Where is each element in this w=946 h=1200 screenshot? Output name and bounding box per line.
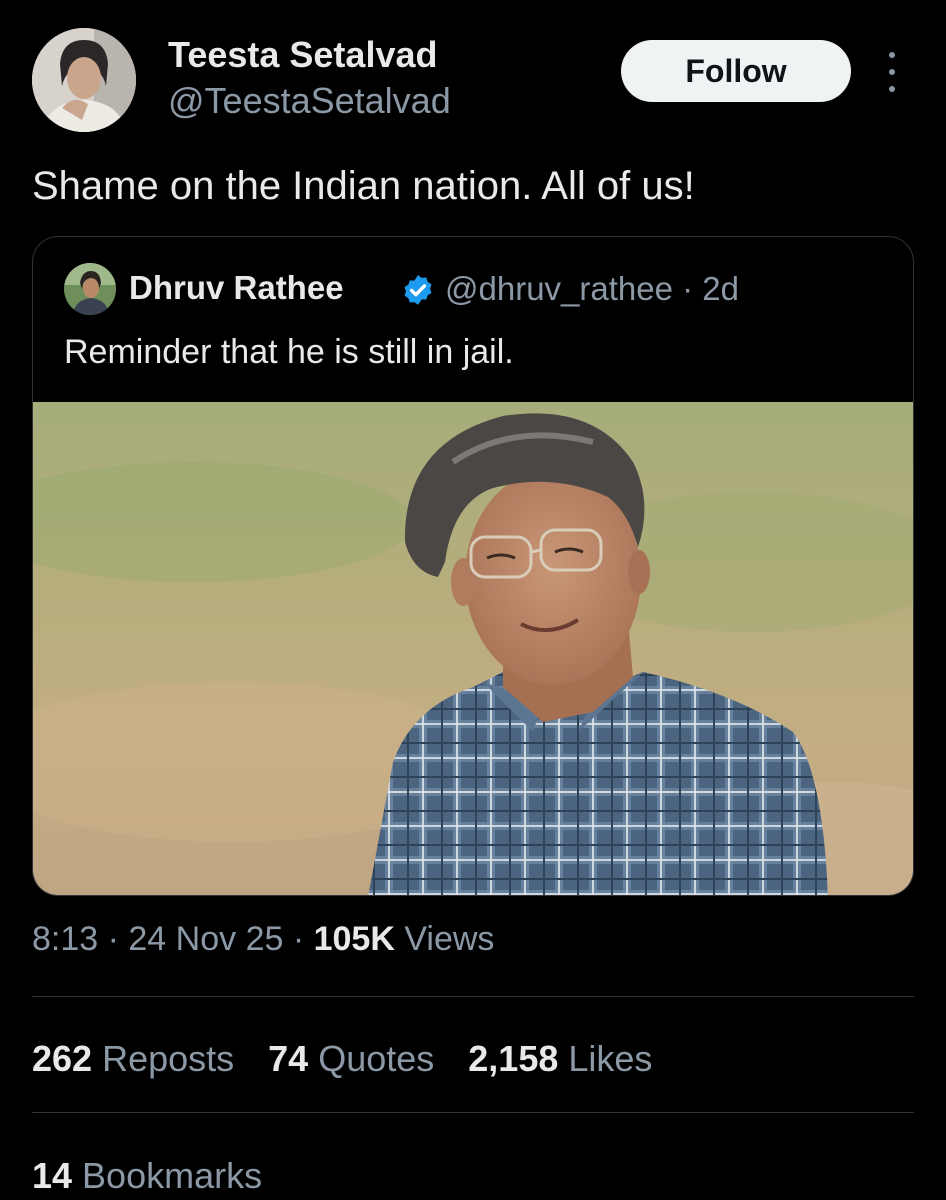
quoted-tweet-card[interactable]: Dhruv Rathee @dhruv_rathee · 2d Reminder… xyxy=(32,236,914,896)
engagement-stats: 262 Reposts 74 Quotes 2,158 Likes xyxy=(32,1038,652,1080)
quoted-author-name[interactable]: Dhruv Rathee xyxy=(129,269,344,307)
bookmarks-stat[interactable]: 14 Bookmarks xyxy=(32,1155,262,1197)
quoted-tweet-text: Reminder that he is still in jail. xyxy=(64,333,514,371)
bookmarks-count: 14 xyxy=(32,1155,73,1196)
more-vertical-icon[interactable] xyxy=(880,52,904,92)
views-count: 105K xyxy=(313,920,395,958)
quotes-stat[interactable]: 74 Quotes xyxy=(268,1038,434,1080)
divider xyxy=(32,996,914,997)
reposts-stat[interactable]: 262 Reposts xyxy=(32,1038,234,1080)
tweet-metadata: 8:13 · 24 Nov 25 · 105K Views xyxy=(32,920,494,959)
tweet-time-date[interactable]: 8:13 · 24 Nov 25 · xyxy=(32,920,314,958)
reposts-label: Reposts xyxy=(92,1038,235,1079)
quoted-tweet-photo[interactable] xyxy=(33,402,913,895)
reposts-count: 262 xyxy=(32,1038,93,1079)
author-avatar-image xyxy=(32,28,136,132)
likes-stat[interactable]: 2,158 Likes xyxy=(468,1038,652,1080)
views-label: Views xyxy=(394,920,495,958)
divider xyxy=(32,1112,914,1113)
likes-label: Likes xyxy=(558,1038,653,1079)
likes-count: 2,158 xyxy=(468,1038,559,1079)
quoted-handle-time[interactable]: @dhruv_rathee · 2d xyxy=(445,270,739,308)
photo-portrait-image xyxy=(33,402,913,895)
quoted-author-avatar[interactable] xyxy=(64,263,116,315)
verified-badge-icon xyxy=(404,275,432,305)
quotes-count: 74 xyxy=(268,1038,309,1079)
quotes-label: Quotes xyxy=(308,1038,435,1079)
quoted-author-avatar-image xyxy=(64,263,116,315)
author-name[interactable]: Teesta Setalvad xyxy=(168,34,437,76)
tweet-text: Shame on the Indian nation. All of us! xyxy=(32,164,695,208)
bookmarks-label: Bookmarks xyxy=(72,1155,263,1196)
follow-button[interactable]: Follow xyxy=(621,40,851,102)
author-avatar[interactable] xyxy=(32,28,136,132)
author-handle[interactable]: @TeestaSetalvad xyxy=(168,80,451,122)
